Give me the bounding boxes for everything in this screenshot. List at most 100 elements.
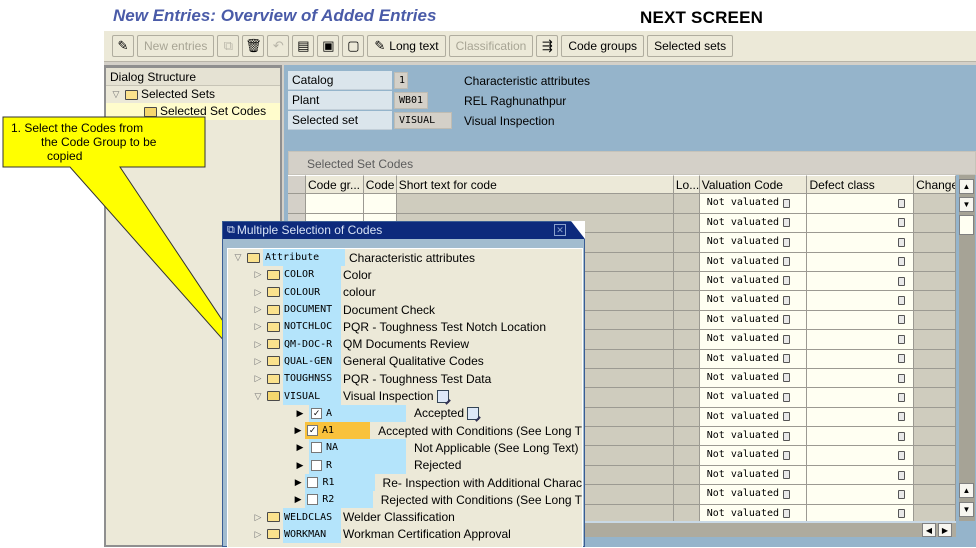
expand-arrow-icon[interactable]: ▷ [252, 373, 264, 384]
selected-sets-button[interactable]: Selected sets [647, 35, 734, 57]
value-help-icon[interactable] [783, 276, 791, 286]
defect-class-cell[interactable] [807, 271, 915, 291]
code-group-node[interactable]: ▷ WORKMAN Workman Certification Approval [228, 525, 582, 544]
valuation-code-cell[interactable]: Not valuated [699, 330, 808, 349]
long-text-button[interactable]: ✎ Long text [367, 35, 446, 57]
column-header-code[interactable]: Code [363, 175, 397, 194]
vertical-scrollbar[interactable]: ▲ ▼ ▲ ▼ [959, 175, 975, 521]
expand-arrow-icon[interactable]: ▷ [252, 356, 264, 367]
value-help-icon[interactable] [898, 470, 906, 480]
expand-arrow-icon[interactable]: ▶ [294, 442, 306, 453]
valuation-code-cell[interactable]: Not valuated [699, 271, 808, 291]
valuation-code-cell[interactable]: Not valuated [699, 465, 808, 485]
collapse-arrow-icon[interactable]: ▽ [232, 252, 244, 263]
hierarchy-icon[interactable]: ⇶ [536, 35, 559, 57]
defect-class-cell[interactable] [807, 330, 915, 349]
code-checkbox[interactable] [311, 442, 322, 454]
code-node[interactable]: ▶ R Rejected [228, 456, 582, 474]
delete-icon[interactable]: 🗑 [242, 35, 265, 57]
value-help-icon[interactable] [898, 509, 906, 519]
defect-class-cell[interactable] [807, 368, 915, 388]
expand-arrow-icon[interactable]: ▶ [294, 460, 306, 471]
defect-class-cell[interactable] [807, 407, 915, 427]
row-selector[interactable] [288, 194, 306, 213]
defect-class-cell[interactable] [807, 252, 915, 271]
code-groups-button[interactable]: Code groups [561, 35, 645, 57]
value-help-icon[interactable] [898, 431, 906, 441]
expand-arrow-icon[interactable]: ▶ [294, 477, 302, 488]
value-help-icon[interactable] [783, 218, 791, 228]
code-checkbox[interactable] [311, 459, 322, 471]
column-header-code-group[interactable]: Code gr... [305, 175, 364, 194]
long-text-icon[interactable] [467, 406, 480, 420]
valuation-code-cell[interactable]: Not valuated [699, 252, 808, 271]
glasses-change-icon[interactable]: ✎ [112, 35, 134, 57]
defect-class-cell[interactable] [807, 349, 915, 368]
code-group-node[interactable]: ▽ VISUAL Visual Inspection [228, 387, 582, 405]
scroll-down-button[interactable]: ▼ [959, 197, 974, 212]
value-help-icon[interactable] [898, 392, 906, 402]
expand-arrow-icon[interactable]: ▷ [252, 287, 264, 298]
defect-class-cell[interactable] [807, 465, 915, 485]
code-group-node[interactable]: ▷ NOTCHLOC PQR - Toughness Test Notch Loca… [228, 318, 582, 336]
valuation-code-cell[interactable]: Not valuated [699, 368, 808, 388]
scroll-up-button-bottom[interactable]: ▲ [959, 483, 974, 498]
value-help-icon[interactable] [783, 237, 791, 247]
expand-arrow-icon[interactable]: ▷ [252, 512, 264, 523]
valuation-code-cell[interactable]: Not valuated [699, 427, 808, 446]
expand-arrow-icon[interactable]: ▶ [294, 494, 302, 505]
defect-class-cell[interactable] [807, 233, 915, 252]
defect-class-cell[interactable] [807, 310, 915, 330]
tree-item-selected-set-codes[interactable]: Selected Set Codes [106, 103, 280, 120]
code-cell[interactable] [363, 194, 397, 213]
code-node[interactable]: ▶ ✓ A1 Accepted with Conditions (See Long T [228, 421, 582, 440]
code-group-node[interactable]: ▷ COLOR Color [228, 266, 582, 284]
code-group-cell[interactable] [305, 194, 364, 213]
value-help-icon[interactable] [898, 199, 906, 209]
expand-arrow-icon[interactable]: ▷ [252, 529, 264, 540]
close-icon[interactable]: ✕ [554, 224, 566, 236]
value-help-icon[interactable] [783, 470, 791, 480]
value-help-icon[interactable] [783, 412, 791, 422]
defect-class-cell[interactable] [807, 291, 915, 310]
value-help-icon[interactable] [898, 373, 906, 383]
valuation-code-cell[interactable]: Not valuated [699, 485, 808, 504]
deselect-all-icon[interactable]: ▢ [342, 35, 365, 57]
tree-root-attribute[interactable]: ▽ Attribute Characteristic attributes [228, 249, 582, 267]
valuation-code-cell[interactable]: Not valuated [699, 446, 808, 465]
defect-class-cell[interactable] [807, 194, 915, 213]
long-text-icon[interactable] [436, 389, 449, 403]
value-help-icon[interactable] [783, 489, 791, 499]
valuation-code-cell[interactable]: Not valuated [699, 194, 808, 213]
column-header-short-text[interactable]: Short text for code [396, 175, 674, 194]
code-group-node[interactable]: ▷ QM-DOC-R QM Documents Review [228, 335, 582, 353]
value-help-icon[interactable] [783, 354, 791, 364]
scroll-down-button-bottom[interactable]: ▼ [959, 502, 974, 517]
expand-arrow-icon[interactable]: ▷ [252, 339, 264, 350]
scroll-left-button[interactable]: ◀ [922, 523, 936, 537]
collapse-arrow-icon[interactable]: ▽ [252, 391, 264, 402]
value-help-icon[interactable] [898, 451, 906, 461]
defect-class-cell[interactable] [807, 427, 915, 446]
dialog-title-bar[interactable]: ⧉ Multiple Selection of Codes [223, 222, 584, 239]
value-help-icon[interactable] [783, 431, 791, 441]
copy-icon[interactable]: ⧉ [217, 35, 240, 57]
collapse-arrow-icon[interactable]: ▽ [110, 86, 122, 103]
code-node[interactable]: ▶ NA Not Applicable (See Long Text) [228, 439, 582, 457]
expand-arrow-icon[interactable]: ▶ [294, 408, 306, 419]
tree-item-selected-sets[interactable]: ▽ Selected Sets [106, 86, 280, 103]
value-help-icon[interactable] [783, 509, 791, 519]
valuation-code-cell[interactable]: Not valuated [699, 213, 808, 233]
valuation-code-cell[interactable]: Not valuated [699, 233, 808, 252]
code-group-node[interactable]: ▷ DOCUMENT Document Check [228, 300, 582, 319]
value-help-icon[interactable] [898, 218, 906, 228]
value-help-icon[interactable] [898, 315, 906, 325]
value-help-icon[interactable] [898, 237, 906, 247]
code-node[interactable]: ▶ ✓ A Accepted [228, 404, 582, 422]
new-entries-button[interactable]: New entries [137, 35, 215, 57]
value-help-icon[interactable] [783, 315, 791, 325]
value-help-icon[interactable] [898, 489, 906, 499]
value-help-icon[interactable] [783, 392, 791, 402]
code-checkbox[interactable]: ✓ [306, 425, 318, 437]
code-checkbox[interactable]: ✓ [311, 407, 322, 419]
